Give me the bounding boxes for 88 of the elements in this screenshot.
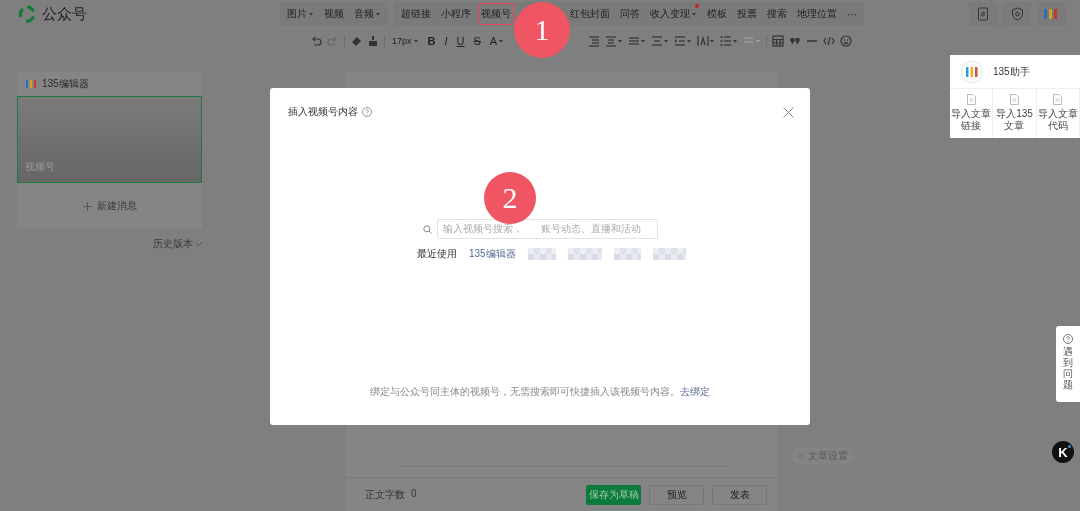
menu-item[interactable]: 图片 (285, 3, 316, 25)
new-message-button[interactable]: 新建消息 (17, 183, 202, 229)
import-action[interactable]: 导入文章代码 (1036, 89, 1080, 138)
menu-item[interactable]: 地理位置 (795, 3, 839, 25)
logo-icon (1043, 8, 1059, 20)
chevron-down-icon (195, 241, 202, 247)
import-action[interactable]: 导入135文章 (993, 89, 1037, 138)
undo-icon[interactable] (310, 35, 322, 47)
double-chevron-icon (798, 452, 804, 459)
preview-button[interactable]: 预览 (649, 484, 704, 505)
brush-icon[interactable] (367, 35, 379, 47)
letter-spacing-icon[interactable] (697, 35, 716, 47)
menu-item[interactable]: 音频 (352, 3, 383, 25)
table-icon[interactable] (772, 35, 785, 47)
caret-icon (499, 39, 505, 43)
placeholder-text: 账号动态、直播和活动 (540, 222, 641, 236)
placeholder-text: 输入视频号搜索， (442, 222, 523, 236)
blurred-item[interactable] (527, 248, 556, 260)
bind-hint: 绑定与公众号同主体的视频号，无需搜索即可快捷插入该视频号内容。去绑定 (369, 385, 711, 399)
font-color-button[interactable]: A (487, 34, 507, 48)
helper-title: 135助手 (993, 64, 1030, 79)
recent-account-link[interactable]: 135编辑器 (469, 247, 516, 261)
caret-icon (413, 39, 419, 43)
search-icon (422, 224, 432, 234)
menu-item[interactable]: ··· (845, 4, 859, 24)
assistant-button[interactable]: K (1052, 441, 1074, 463)
list-icon[interactable] (720, 35, 739, 47)
caret-icon (692, 12, 697, 16)
quote-icon[interactable] (789, 35, 802, 47)
line-height-icon[interactable] (628, 35, 647, 47)
code-icon[interactable] (823, 35, 836, 47)
phone-icon (977, 7, 989, 21)
font-size-select[interactable]: 17px (390, 35, 421, 47)
bold-button[interactable]: B (425, 34, 438, 48)
redo-icon[interactable] (327, 35, 339, 47)
plus-icon (82, 201, 92, 211)
help-icon (362, 107, 372, 117)
blurred-item[interactable] (567, 248, 602, 260)
help-label: 遇到问题 (1063, 346, 1073, 390)
recent-label: 最近使用 (417, 247, 457, 261)
save-draft-button[interactable]: 保存为草稿 (586, 484, 641, 505)
bind-link[interactable]: 去绑定 (680, 386, 710, 397)
close-icon[interactable] (783, 106, 794, 118)
app-name: 公众号 (42, 4, 87, 24)
menu-item[interactable]: 模板 (705, 3, 729, 25)
logo-icon (961, 60, 983, 83)
account-name: 135编辑器 (42, 77, 89, 91)
logo-icon (26, 80, 36, 88)
menu-item[interactable]: 问答 (618, 3, 642, 25)
emoji-icon[interactable] (840, 35, 853, 47)
publish-button[interactable]: 发表 (712, 484, 767, 505)
spacing-icon[interactable] (651, 35, 670, 47)
logo-icon (18, 5, 36, 23)
italic-button[interactable]: I (442, 34, 450, 48)
menu-item[interactable]: 视频号 (479, 3, 513, 25)
blurred-item[interactable] (613, 248, 641, 260)
menu-item[interactable]: 红包封面 (568, 3, 612, 25)
caret-icon (309, 12, 314, 16)
menu-item[interactable]: 小程序 (439, 3, 473, 25)
plugin-button[interactable] (1037, 2, 1065, 26)
dialog-title: 插入视频号内容 (288, 105, 358, 119)
caret-icon (376, 12, 381, 16)
document-icon (1010, 94, 1019, 105)
shield-icon (1010, 7, 1024, 21)
underline-button[interactable]: U (454, 34, 467, 48)
menu-item[interactable]: 收入变现 (648, 3, 699, 25)
indent-icon[interactable] (674, 35, 693, 47)
menu-item[interactable]: 视频 (322, 3, 346, 25)
blurred-item[interactable] (652, 248, 686, 260)
notification-dot (695, 4, 699, 8)
help-tab[interactable]: 遇到问题 (1056, 326, 1080, 402)
import-action[interactable]: 导入文章链接 (950, 89, 994, 138)
document-icon (966, 94, 976, 105)
step-number-badge: 1 (514, 2, 570, 58)
strikethrough-button[interactable]: S (471, 34, 483, 48)
word-count: 0 (411, 487, 417, 501)
menu-item[interactable]: 搜索 (765, 3, 789, 25)
help-icon (1063, 334, 1073, 344)
preview-button[interactable] (969, 2, 997, 26)
safety-button[interactable] (1003, 2, 1031, 26)
word-count-label: 正文字数 (365, 487, 405, 502)
document-icon (1053, 94, 1063, 105)
align-center-icon[interactable] (605, 35, 624, 47)
search-field[interactable]: 输入视频号搜索， 账号动态、直播和活动 (436, 219, 658, 239)
align-icon[interactable] (588, 35, 601, 47)
menu-item[interactable]: 超链接 (399, 3, 433, 25)
eraser-icon[interactable] (350, 35, 362, 47)
menu-item[interactable]: 投票 (735, 3, 759, 25)
